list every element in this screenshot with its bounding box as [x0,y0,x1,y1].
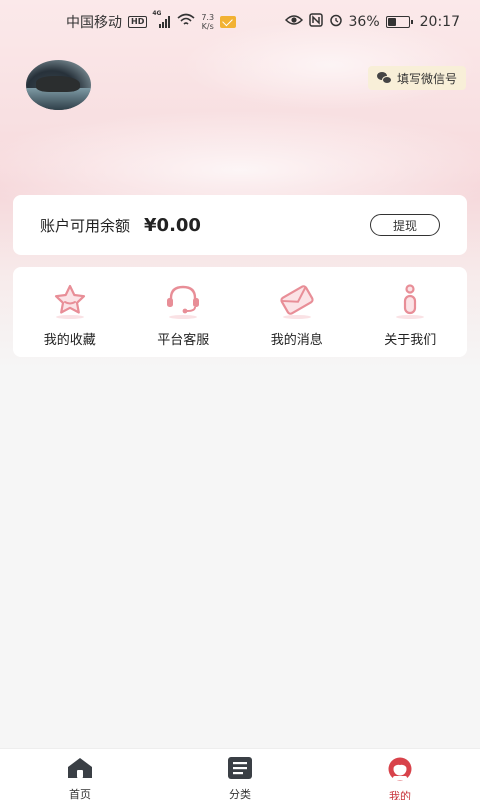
network-speed: 7.3 K/s [201,13,214,31]
fill-wechat-button[interactable]: 填写微信号 [367,66,466,90]
tab-label: 分类 [229,788,251,800]
profile-icon [387,757,413,785]
avatar[interactable] [26,60,91,110]
message-icon [275,281,319,319]
nfc-icon [308,13,323,31]
tab-mine[interactable]: 我的 [320,749,480,800]
menu-item-label: 平台客服 [157,333,210,348]
headset-icon [161,281,205,319]
mail-notification-icon [220,16,237,28]
battery-icon [385,16,413,28]
withdraw-button[interactable]: 提现 [370,214,440,236]
balance-value: ¥0.00 [144,214,201,236]
tab-label: 首页 [69,788,91,800]
tab-home[interactable]: 首页 [0,749,160,800]
status-bar: 中国移动 HD 4G 7.3 K/s 36% 20:17 [0,0,480,44]
list-icon [227,757,253,783]
clock: 20:17 [419,14,460,30]
speed-unit: K/s [201,22,214,31]
info-icon [388,281,432,319]
menu-item-about[interactable]: 关于我们 [355,281,465,348]
star-icon [48,281,92,319]
balance-card: 账户可用余额 ¥0.00 提现 [13,195,467,255]
alarm-icon [329,13,343,31]
balance-label: 账户可用余额 [40,216,131,235]
hd-badge: HD [128,16,148,28]
menu-item-label: 我的消息 [270,333,323,348]
bottom-tab-bar: 首页 分类 我的 [0,748,480,800]
eye-icon [284,14,303,30]
tab-category[interactable]: 分类 [160,749,320,800]
speed-value: 7.3 [201,13,215,22]
menu-item-favorites[interactable]: 我的收藏 [15,281,125,348]
wechat-button-label: 填写微信号 [396,71,457,86]
menu-item-label: 我的收藏 [43,333,96,348]
tab-label: 我的 [389,790,411,800]
battery-percent: 36% [348,14,380,30]
network-type-label: 4G [152,10,162,17]
menu-card: 我的收藏 平台客服 我的消息 关于我们 [13,267,467,357]
menu-item-label: 关于我们 [384,333,437,348]
signal-icon: 4G [152,10,171,28]
menu-item-customer-service[interactable]: 平台客服 [128,281,238,348]
home-icon [67,757,93,783]
menu-item-messages[interactable]: 我的消息 [242,281,352,348]
carrier-label: 中国移动 [66,15,122,31]
wifi-icon [177,13,195,31]
wechat-icon [376,72,392,84]
